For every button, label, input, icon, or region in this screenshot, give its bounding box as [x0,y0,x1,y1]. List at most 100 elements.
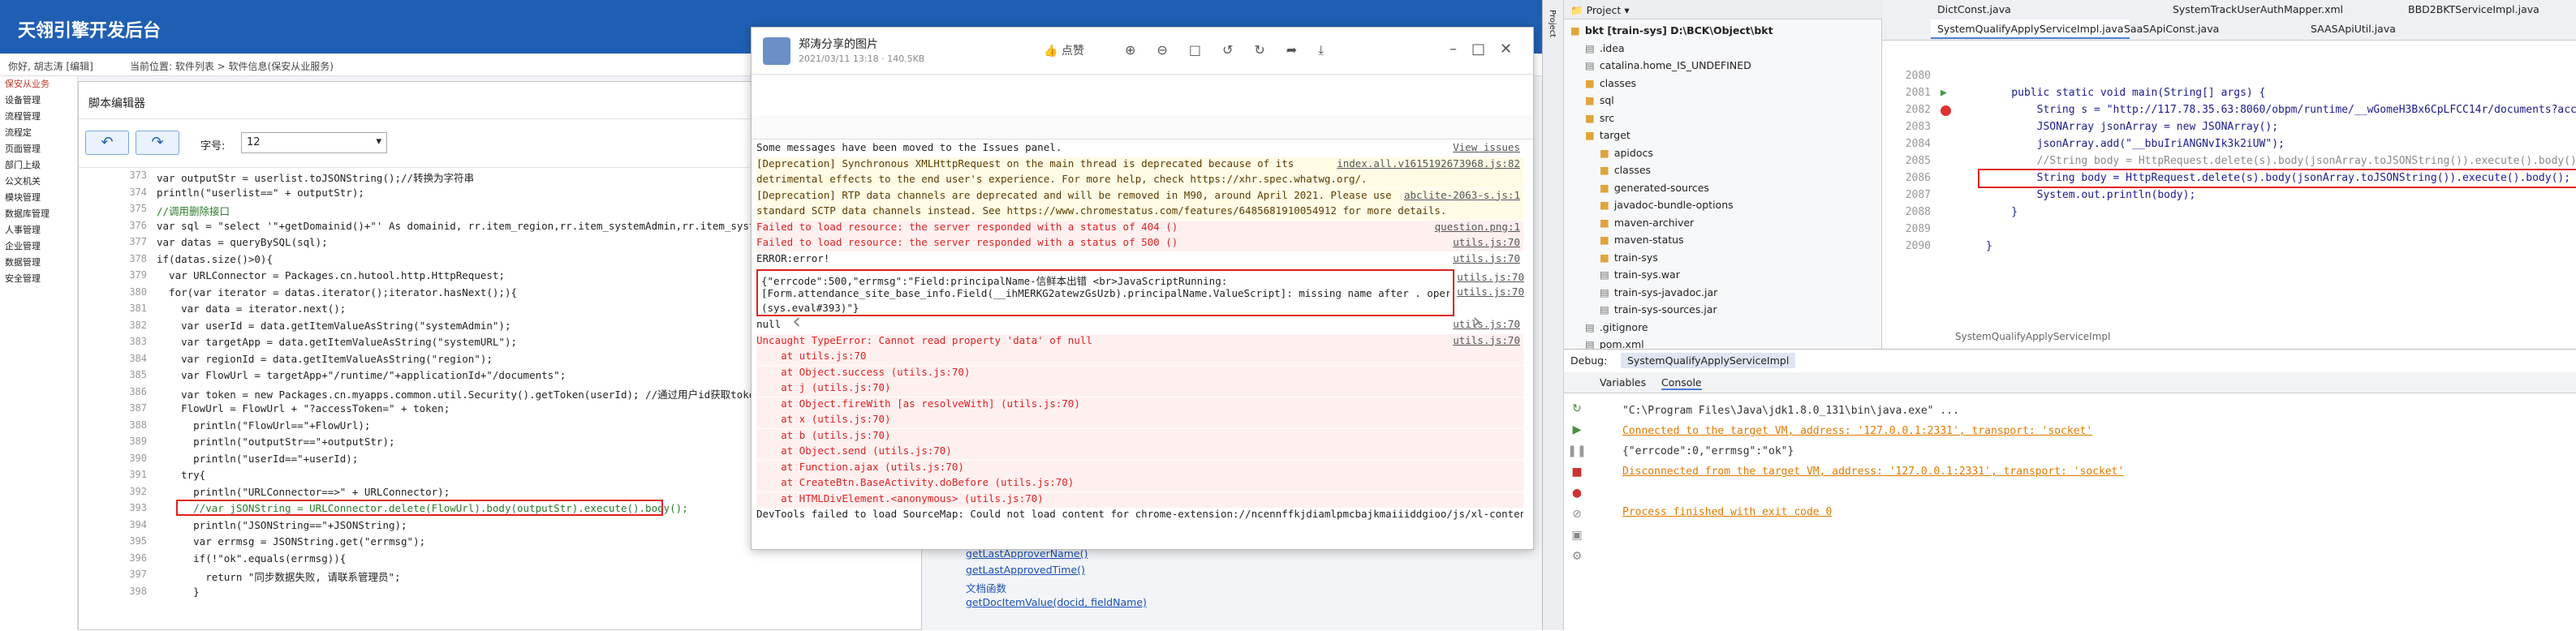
console-row: at Object.success (utils.js:70) [756,365,1523,381]
sidebar-item[interactable]: 部门上级 [0,157,77,174]
tree-item[interactable]: ■ maven-archiver [1600,217,1694,229]
line-number: 397 [129,569,147,580]
sidebar-item[interactable]: 人事管理 [0,222,77,238]
user-greeting[interactable]: 你好, 胡志涛 [编辑] [8,59,93,73]
sidebar-item[interactable]: 数据库管理 [0,206,77,222]
settings-icon[interactable]: ⚙ [1567,546,1587,567]
editor-tab[interactable]: SaaSApiConst.java [2117,19,2225,39]
console-source-link[interactable]: View issues [1453,141,1520,153]
debug-session-tab[interactable]: SystemQualifyApplyServiceImpl [1621,353,1796,368]
redo-button[interactable]: ↷ [136,131,179,155]
prev-image-icon[interactable]: ‹ [792,307,801,334]
sidebar-item[interactable]: 设备管理 [0,92,77,109]
tree-item[interactable]: ■ target [1585,129,1630,141]
maximize-icon[interactable]: □ [1471,41,1500,58]
java-editor[interactable]: 2080 2081 public static void main(String[… [1882,41,2576,349]
tree-item[interactable]: ■ bkt [train-sys] D:\BCK\Object\bkt [1570,24,1773,36]
like-button[interactable]: 👍 点赞 [1044,42,1084,58]
console-message: Failed to load resource: the server resp… [756,236,1178,248]
console-source-link[interactable]: utils.js:70 [1453,334,1520,346]
rotate-right-icon[interactable]: ↻ [1254,42,1286,58]
highlight-box [1978,169,2576,188]
tree-item[interactable]: ▤ .gitignore [1585,321,1648,333]
tree-item[interactable]: ■ classes [1585,77,1636,89]
zoom-out-icon[interactable]: ⊖ [1157,42,1188,58]
share-icon[interactable]: ➦ [1286,42,1318,58]
mute-icon[interactable]: ⊘ [1567,504,1587,525]
console-source-link[interactable]: index.all.v1615192673968.js:82 [1337,157,1520,170]
variables-tab[interactable]: Variables [1600,376,1646,388]
console-source-link[interactable]: question.png:1 [1435,221,1520,233]
close-icon[interactable]: ✕ [1500,41,1527,58]
console-source-link[interactable]: utils.js:70 [1457,285,1524,298]
line-number: 396 [129,552,147,564]
tree-item-label: generated-sources [1613,181,1709,194]
sidebar-item[interactable]: 模块管理 [0,190,77,206]
stop-icon[interactable]: ■ [1567,461,1587,483]
resume-icon[interactable]: ▶ [1567,419,1587,440]
project-tool-tab[interactable]: Project [1548,10,1557,37]
breakpoint-icon[interactable] [1941,105,1951,116]
console-row: at Function.ajax (utils.js:70) [756,460,1523,476]
rerun-icon[interactable]: ↻ [1567,398,1587,419]
zoom-in-icon[interactable]: ⊕ [1125,42,1157,58]
run-icon[interactable]: ▶ [1941,87,1947,99]
tree-item[interactable]: ■ javadoc-bundle-options [1600,199,1734,211]
tree-item[interactable]: ▤ train-sys-javadoc.jar [1600,286,1717,298]
console-tab[interactable]: Console [1661,376,1702,390]
fit-icon[interactable]: □ [1189,42,1222,58]
download-icon[interactable]: ⤓ [1318,42,1345,58]
console-source-link[interactable]: utils.js:70 [1457,271,1524,283]
sidebar-item[interactable]: 公文机关 [0,174,77,190]
console-source-link[interactable]: utils.js:70 [1453,252,1520,264]
sidebar-item[interactable]: 企业管理 [0,238,77,255]
console-message: at utils.js:70 [756,350,867,362]
tree-item-label: train-sys.war [1613,268,1680,281]
editor-tab[interactable]: DictConst.java [1931,0,2018,19]
camera-icon[interactable]: ▣ [1567,525,1587,546]
tree-item[interactable]: ▤ train-sys.war [1600,268,1680,281]
sidebar-item[interactable]: 流程管理 [0,109,77,125]
tree-item[interactable]: ■ train-sys [1600,251,1658,264]
console-row: standard SCTP data channels instead. See… [756,204,1523,220]
tree-item[interactable]: ■ generated-sources [1600,182,1709,194]
console-message: at x (utils.js:70) [756,413,891,425]
next-image-icon[interactable]: › [1472,307,1481,334]
tree-item[interactable]: ▤ .idea [1585,42,1625,54]
tree-item[interactable]: ■ src [1585,112,1614,124]
undo-button[interactable]: ↶ [85,131,129,155]
console-source-link[interactable]: abclite-2063-s.js:1 [1404,189,1520,201]
rotate-left-icon[interactable]: ↺ [1222,42,1254,58]
tree-item[interactable]: ■ apidocs [1600,147,1653,159]
console-row: at CreateBtn.BaseActivity.doBefore (util… [756,476,1523,491]
code-line: var URLConnector = Packages.cn.hutool.ht… [157,269,505,281]
minimize-icon[interactable]: – [1450,41,1471,58]
pause-icon[interactable]: ❚❚ [1567,440,1587,461]
breakpoints-icon[interactable]: ● [1567,483,1587,504]
tree-item[interactable]: ▤ train-sys-sources.jar [1600,303,1717,316]
sidebar-item[interactable]: 安全管理 [0,271,77,287]
function-item[interactable]: getLastApprovedTime() [966,564,1085,576]
editor-tab[interactable]: BBD2BKTServiceImpl.java [2402,0,2546,19]
editor-tab[interactable]: SystemTrackUserAuthMapper.xml [2166,0,2350,19]
font-size-select[interactable]: 12 ▾ [241,132,387,153]
console-message: null [756,318,782,330]
tree-item[interactable]: ■ maven-status [1600,234,1684,246]
line-number: 391 [129,469,147,480]
console-source-link[interactable]: utils.js:70 [1453,236,1520,248]
editor-tab[interactable]: SAASApiUtil.java [2304,19,2402,39]
chevron-down-icon[interactable]: ▾ [1624,4,1629,16]
editor-tab[interactable]: SystemQualifyApplyServiceImpl.java [1931,19,2130,39]
sidebar-item[interactable]: 流程定 [0,125,77,141]
tree-item[interactable]: ■ sql [1585,94,1614,106]
tree-item[interactable]: ▤ catalina.home_IS_UNDEFINED [1585,59,1751,71]
function-item[interactable]: getDocItemValue(docid, fieldName) [966,596,1147,608]
sidebar-item[interactable]: 保安从业务 [0,76,77,92]
project-tree: ■ bkt [train-sys] D:\BCK\Object\bkt ▤ .idea… [1564,19,1882,350]
sidebar-item[interactable]: 数据管理 [0,255,77,271]
sidebar-item[interactable]: 页面管理 [0,141,77,157]
tree-item[interactable]: ■ classes [1600,164,1651,176]
function-item[interactable]: 文档函数 [966,580,1006,595]
console-source-link[interactable]: utils.js:70 [1453,318,1520,330]
line-number: 382 [129,319,147,331]
